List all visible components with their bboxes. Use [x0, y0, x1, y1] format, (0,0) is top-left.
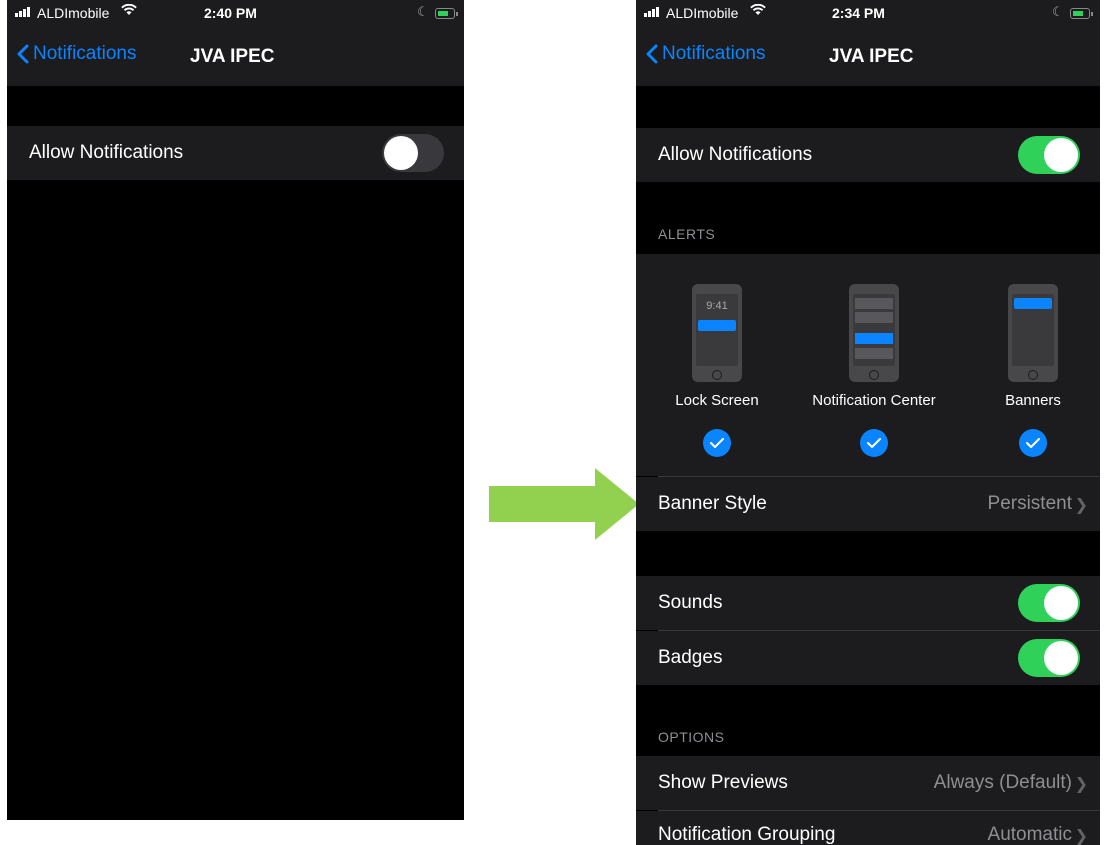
preview-banner: [1014, 298, 1052, 309]
back-button[interactable]: Notifications: [646, 43, 766, 65]
signal-bars-icon: [644, 7, 659, 17]
back-button[interactable]: Notifications: [17, 43, 137, 65]
badges-label: Badges: [658, 647, 723, 668]
page-title: JVA IPEC: [190, 46, 275, 67]
allow-notifications-toggle[interactable]: [382, 134, 444, 172]
chevron-right-icon: ❯: [1074, 494, 1088, 514]
status-bar: ALDImobile 2:40 PM ☾: [7, 0, 464, 30]
lock-screen-option[interactable]: 9:41 Lock Screen: [637, 284, 797, 457]
notification-grouping-row[interactable]: Notification Grouping Automatic ❯: [636, 811, 1100, 845]
status-time: 2:34 PM: [832, 5, 885, 21]
right-arrow-icon: [489, 468, 639, 540]
show-previews-value: Always (Default): [933, 772, 1072, 793]
toggle-knob: [1044, 138, 1078, 172]
sounds-row: Sounds: [636, 576, 1100, 630]
allow-notifications-label: Allow Notifications: [29, 142, 184, 163]
toggle-knob: [1044, 641, 1078, 675]
status-bar: ALDImobile 2:34 PM ☾: [636, 0, 1100, 30]
navigation-bar: Notifications JVA IPEC: [7, 30, 464, 86]
page-title: JVA IPEC: [829, 46, 914, 67]
allow-notifications-label: Allow Notifications: [658, 144, 813, 165]
left-phone-screen: ALDImobile 2:40 PM ☾ Notifications JVA I…: [7, 0, 464, 820]
notification-center-label: Notification Center: [812, 392, 936, 409]
signal-bars-icon: [15, 7, 30, 17]
chevron-left-icon: [646, 44, 658, 64]
banner-style-value: Persistent: [987, 493, 1072, 514]
moon-icon: ☾: [417, 4, 429, 19]
preview-row: [855, 312, 893, 323]
badges-toggle[interactable]: [1018, 639, 1080, 677]
banners-preview-icon: [1008, 284, 1058, 382]
back-label: Notifications: [662, 43, 766, 64]
chevron-left-icon: [17, 44, 29, 64]
toggle-knob: [1044, 586, 1078, 620]
preview-row: [855, 298, 893, 309]
banner-style-row[interactable]: Banner Style Persistent ❯: [636, 477, 1100, 531]
home-button-icon: [712, 370, 722, 380]
notification-center-option[interactable]: Notification Center: [794, 284, 954, 457]
wifi-icon: [121, 3, 137, 19]
alerts-options-row: 9:41 Lock Screen Notification Center Ban…: [636, 254, 1100, 476]
preview-screen: 9:41: [696, 294, 738, 366]
toggle-knob: [384, 136, 418, 170]
status-time: 2:40 PM: [204, 5, 257, 21]
options-section-header: OPTIONS: [658, 729, 725, 745]
home-button-icon: [869, 370, 879, 380]
checkmark-circle-icon[interactable]: [1019, 429, 1047, 457]
moon-icon: ☾: [1052, 4, 1064, 19]
alerts-section-header: ALERTS: [658, 226, 716, 242]
preview-banner: [698, 320, 736, 331]
banners-label: Banners: [1005, 392, 1061, 409]
preview-row: [855, 348, 893, 359]
lock-screen-label: Lock Screen: [675, 392, 759, 409]
wifi-icon: [750, 3, 766, 19]
navigation-bar: Notifications JVA IPEC: [636, 30, 1100, 86]
lock-screen-preview-icon: 9:41: [692, 284, 742, 382]
notification-center-preview-icon: [849, 284, 899, 382]
allow-notifications-row: Allow Notifications: [636, 128, 1100, 182]
checkmark-circle-icon[interactable]: [860, 429, 888, 457]
show-previews-label: Show Previews: [658, 772, 788, 793]
carrier-name: ALDImobile: [666, 5, 739, 21]
sounds-toggle[interactable]: [1018, 584, 1080, 622]
notification-grouping-value: Automatic: [987, 824, 1072, 845]
badges-row: Badges: [636, 631, 1100, 685]
banners-option[interactable]: Banners: [953, 284, 1100, 457]
checkmark-circle-icon[interactable]: [703, 429, 731, 457]
carrier-name: ALDImobile: [37, 5, 110, 21]
preview-banner: [855, 333, 893, 344]
banner-style-label: Banner Style: [658, 493, 767, 514]
chevron-right-icon: ❯: [1074, 773, 1088, 793]
preview-time: 9:41: [706, 300, 728, 312]
show-previews-row[interactable]: Show Previews Always (Default) ❯: [636, 756, 1100, 810]
chevron-right-icon: ❯: [1074, 826, 1088, 845]
allow-notifications-row: Allow Notifications: [7, 126, 464, 180]
notification-grouping-label: Notification Grouping: [658, 824, 836, 845]
battery-charging-icon: [435, 8, 458, 19]
preview-screen: [1012, 294, 1054, 366]
allow-notifications-toggle[interactable]: [1018, 136, 1080, 174]
home-button-icon: [1028, 370, 1038, 380]
sounds-label: Sounds: [658, 592, 723, 613]
back-label: Notifications: [33, 43, 137, 64]
battery-charging-icon: [1070, 8, 1093, 19]
right-phone-screen: ALDImobile 2:34 PM ☾ Notifications JVA I…: [636, 0, 1100, 845]
preview-screen: [853, 294, 895, 366]
